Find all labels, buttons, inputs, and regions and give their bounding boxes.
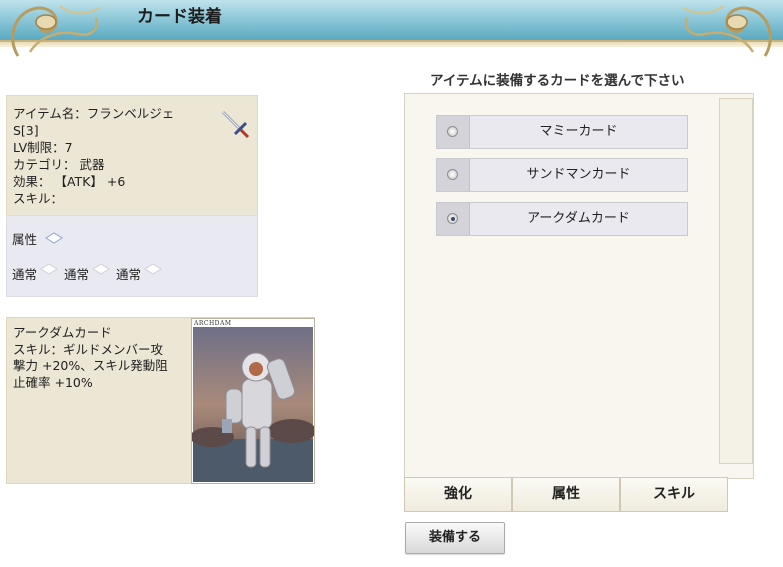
slot-label: 通常: [116, 267, 142, 282]
archdam-card-illustration: [190, 327, 316, 482]
option-label: マミーカード: [539, 124, 618, 139]
slot-label: 通常: [12, 267, 38, 282]
card-details: アークダムカード スキル：ギルドメンバー攻 撃力 +20%、スキル発動阻 止確率…: [13, 325, 188, 391]
selection-prompt: アイテムに装備するカードを選んで下さい: [430, 73, 685, 89]
option-label: サンドマンカード: [526, 167, 631, 182]
item-skill: スキル：: [13, 191, 64, 206]
card-description-line: 撃力 +20%、スキル発動阻: [13, 358, 168, 373]
slot-2: 通常: [64, 264, 110, 283]
page-title: カード装着: [137, 7, 222, 27]
card-image: ARCHDAM: [190, 318, 316, 484]
slot-diamond-icon: [40, 264, 58, 275]
ornament-right-icon: [682, 5, 772, 57]
slot-diamond-icon: [144, 264, 162, 275]
option-label: アークダムカード: [527, 211, 630, 226]
card-option-mummy[interactable]: マミーカード: [436, 115, 688, 149]
attribute-row: 属性: [12, 229, 64, 248]
card-option-archdam[interactable]: アークダムカード: [436, 202, 688, 236]
sword-icon: [221, 110, 250, 139]
attribute-label: 属性: [12, 232, 38, 247]
radio-button[interactable]: [447, 169, 458, 180]
tab-attribute[interactable]: 属性: [512, 477, 620, 512]
item-name: アイテム名：フランベルジェ: [13, 106, 175, 121]
card-info-panel: アークダムカード スキル：ギルドメンバー攻 撃力 +20%、スキル発動阻 止確率…: [6, 317, 316, 484]
tab-skill[interactable]: スキル: [620, 477, 728, 512]
equip-button[interactable]: 装備する: [405, 522, 505, 554]
card-name: アークダムカード: [13, 325, 112, 340]
header-bar: [0, 0, 783, 42]
radio-button[interactable]: [447, 126, 458, 137]
item-details: アイテム名：フランベルジェ S[3] LV制限：7 カテゴリ： 武器 効果： 【…: [13, 105, 213, 207]
slot-row: 通常 通常 通常: [12, 264, 164, 283]
slot-1: 通常: [12, 264, 58, 283]
item-category: カテゴリ： 武器: [13, 157, 105, 172]
slot-label: 通常: [64, 267, 90, 282]
item-info-panel: アイテム名：フランベルジェ S[3] LV制限：7 カテゴリ： 武器 効果： 【…: [6, 95, 258, 217]
radio-button-selected[interactable]: [447, 213, 458, 224]
slot-3: 通常: [116, 264, 162, 283]
radio-box: [437, 203, 470, 235]
radio-box: [437, 116, 470, 148]
header-trim: [0, 42, 783, 47]
item-effect: 効果： 【ATK】 +6: [13, 174, 126, 189]
attribute-diamond-icon: [45, 232, 63, 244]
tab-enhance[interactable]: 強化: [404, 477, 512, 512]
card-description-line: 止確率 +10%: [13, 374, 93, 390]
radio-box: [437, 159, 470, 191]
card-option-sandman[interactable]: サンドマンカード: [436, 158, 688, 192]
card-description-line: スキル：ギルドメンバー攻: [13, 341, 164, 357]
header-banner: カード装着: [0, 0, 783, 58]
card-image-label: ARCHDAM: [194, 320, 232, 327]
slot-diamond-icon: [92, 264, 110, 275]
card-list-panel: [404, 93, 754, 479]
item-slots: S[3]: [13, 123, 39, 138]
item-level: LV制限：7: [13, 140, 73, 155]
scrollbar[interactable]: [719, 98, 753, 464]
ornament-left-icon: [11, 5, 101, 57]
item-attribute-panel: 属性 通常 通常 通常: [6, 215, 258, 297]
